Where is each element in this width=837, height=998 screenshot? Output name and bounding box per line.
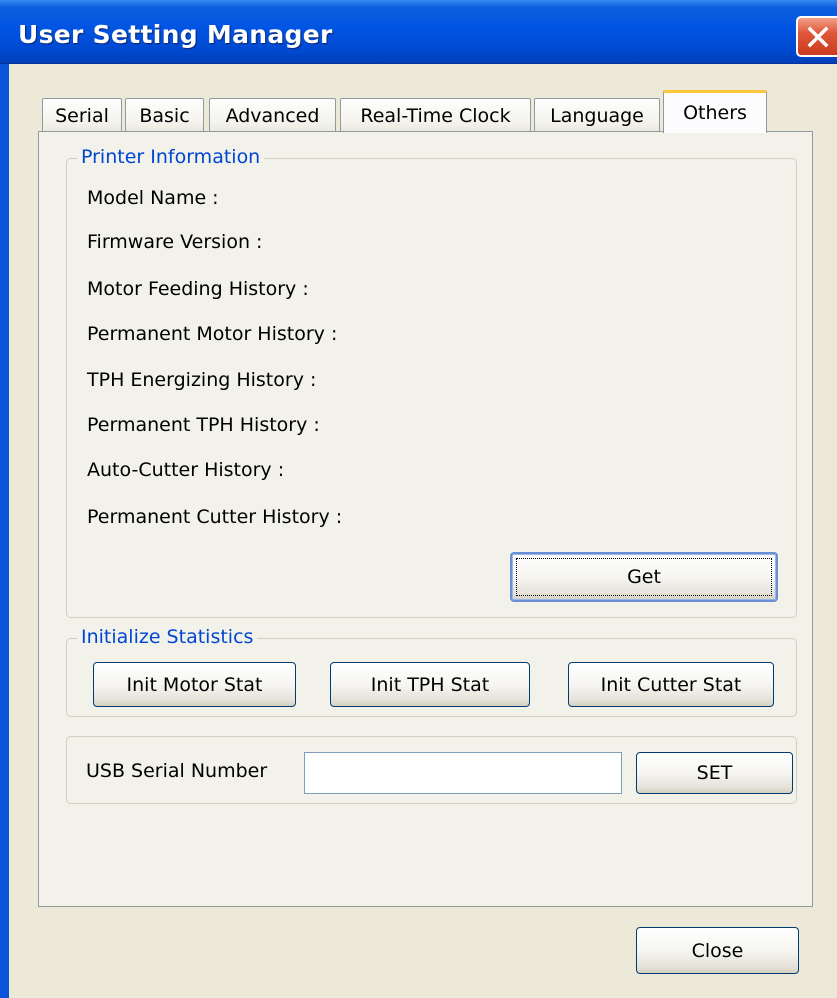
init-motor-stat-button[interactable]: Init Motor Stat [93, 662, 296, 707]
initialize-statistics-legend: Initialize Statistics [77, 626, 258, 648]
set-button[interactable]: SET [636, 752, 793, 794]
dialog-window: User Setting Manager Serial Basic Advanc… [0, 0, 837, 998]
tab-advanced[interactable]: Advanced [209, 98, 336, 132]
tab-serial[interactable]: Serial [42, 98, 122, 132]
close-button[interactable]: Close [636, 927, 799, 974]
permanent-tph-history-label: Permanent TPH History : [87, 414, 320, 436]
title-bar[interactable]: User Setting Manager [0, 0, 837, 64]
close-icon [807, 26, 828, 47]
permanent-motor-history-label: Permanent Motor History : [87, 323, 338, 345]
tab-real-time-clock[interactable]: Real-Time Clock [340, 98, 531, 132]
tab-language[interactable]: Language [534, 98, 660, 132]
tab-basic[interactable]: Basic [125, 98, 204, 132]
window-title: User Setting Manager [18, 20, 333, 49]
model-name-label: Model Name : [87, 187, 219, 209]
tph-energizing-history-label: TPH Energizing History : [87, 369, 317, 391]
focus-rectangle [516, 558, 772, 596]
printer-information-legend: Printer Information [77, 146, 265, 168]
tab-others[interactable]: Others [663, 90, 767, 133]
init-tph-stat-button[interactable]: Init TPH Stat [330, 662, 530, 707]
auto-cutter-history-label: Auto-Cutter History : [87, 459, 285, 481]
motor-feeding-history-label: Motor Feeding History : [87, 278, 309, 300]
get-button[interactable]: Get [510, 552, 778, 602]
usb-serial-number-label: USB Serial Number [86, 760, 268, 782]
usb-serial-number-input[interactable] [304, 752, 622, 794]
window-frame-left [0, 64, 9, 998]
permanent-cutter-history-label: Permanent Cutter History : [87, 506, 343, 528]
close-window-button[interactable] [796, 16, 837, 57]
firmware-version-label: Firmware Version : [87, 231, 263, 253]
init-cutter-stat-button[interactable]: Init Cutter Stat [568, 662, 774, 707]
